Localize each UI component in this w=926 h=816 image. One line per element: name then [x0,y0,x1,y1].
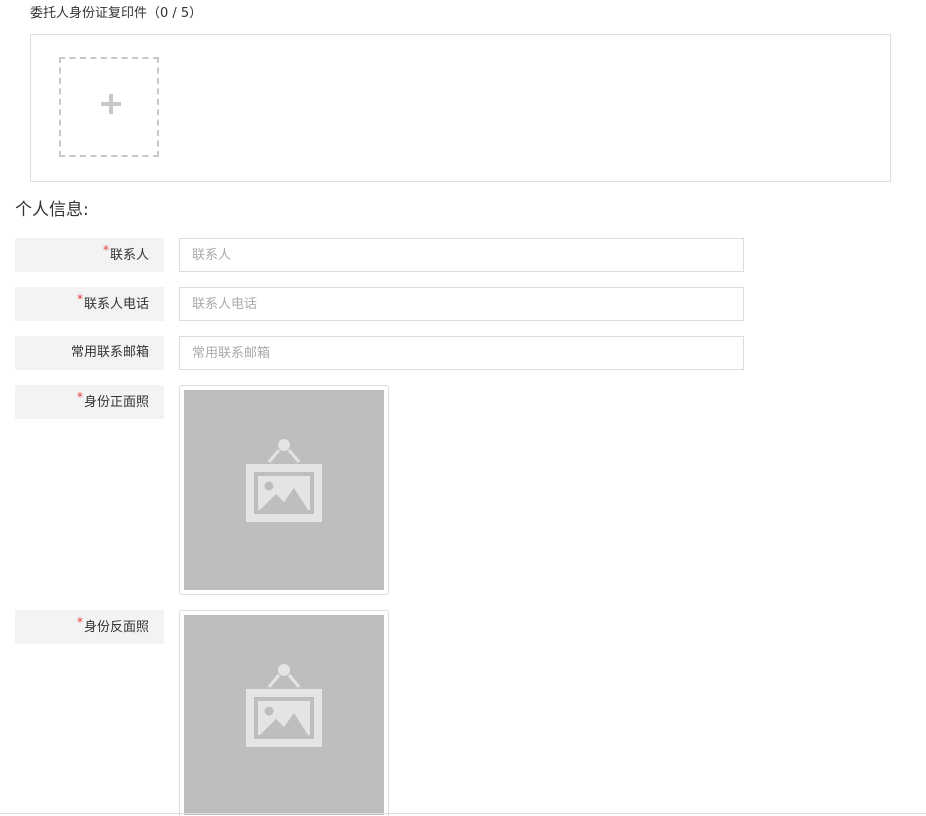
contact-input[interactable] [179,238,744,272]
image-placeholder-icon [246,664,322,747]
add-image-button[interactable] [59,57,159,157]
id-front-photo-upload[interactable] [179,385,389,595]
id-verification-form: 委托人身份证复印件（0 / 5） 个人信息: *联系人 *联系人电话 常用联系邮… [0,0,926,816]
id-back-label: *身份反面照 [15,610,164,644]
contact-label: *联系人 [15,238,164,272]
id-back-label-text: 身份反面照 [83,620,149,635]
email-input[interactable] [179,336,744,370]
id-front-label-text: 身份正面照 [83,395,149,410]
upload-title: 委托人身份证复印件（0 / 5） [30,6,203,21]
bottom-divider [0,813,926,814]
required-mark: * [76,390,83,404]
id-back-photo-placeholder [184,615,384,815]
phone-label: *联系人电话 [15,287,164,321]
required-mark: * [76,615,83,629]
upload-area [30,34,891,182]
id-front-label: *身份正面照 [15,385,164,419]
image-placeholder-icon [246,439,322,522]
email-label: 常用联系邮箱 [15,336,164,370]
contact-label-text: 联系人 [109,248,149,263]
phone-input[interactable] [179,287,744,321]
email-label-text: 常用联系邮箱 [70,345,149,360]
required-mark: * [102,243,109,257]
phone-label-text: 联系人电话 [83,297,149,312]
required-mark: * [76,292,83,306]
id-front-photo-placeholder [184,390,384,590]
id-back-photo-upload[interactable] [179,610,389,816]
section-title-personal-info: 个人信息: [15,200,89,220]
